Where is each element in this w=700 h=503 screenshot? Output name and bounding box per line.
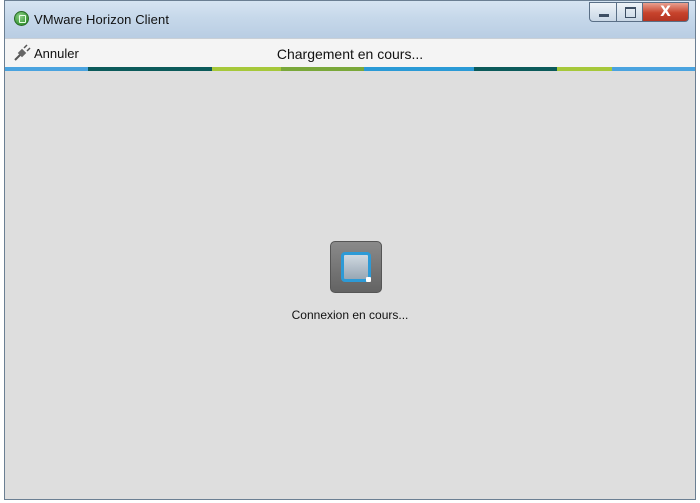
app-window: VMware Horizon Client X Annuler Chargeme… xyxy=(4,0,696,500)
title-bar[interactable]: VMware Horizon Client X xyxy=(5,1,695,38)
minimize-button[interactable] xyxy=(589,2,617,22)
close-button[interactable]: X xyxy=(643,2,689,22)
connection-status: Connexion en cours... xyxy=(291,308,409,322)
connecting-icon xyxy=(330,241,382,293)
loading-status: Chargement en cours... xyxy=(276,46,424,62)
toolbar: Annuler Chargement en cours... xyxy=(5,38,695,67)
vmware-horizon-icon xyxy=(14,11,29,26)
window-title: VMware Horizon Client xyxy=(34,12,170,27)
main-content: Connexion en cours... xyxy=(5,71,695,499)
window-controls: X xyxy=(589,2,689,24)
maximize-icon xyxy=(625,7,636,18)
minimize-icon xyxy=(599,14,609,17)
close-icon: X xyxy=(660,4,671,20)
maximize-button[interactable] xyxy=(617,2,643,22)
